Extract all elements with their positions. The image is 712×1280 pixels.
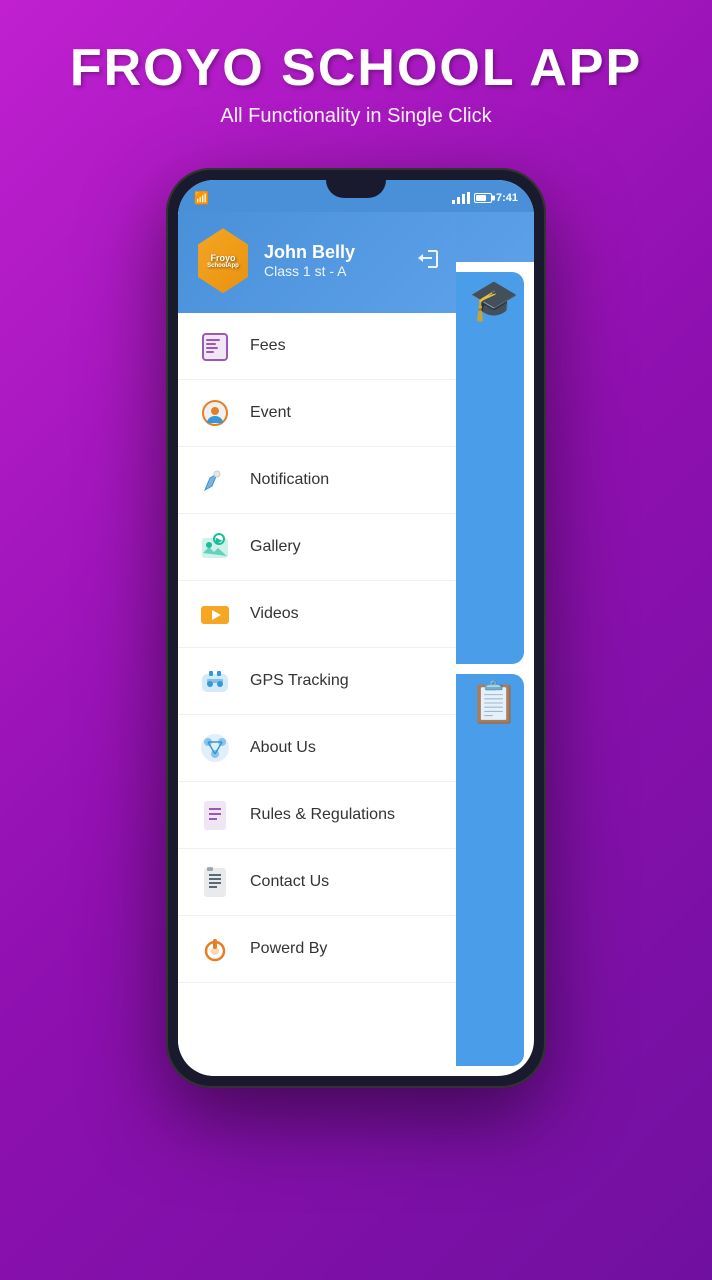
gps-label: GPS Tracking — [250, 672, 349, 690]
gallery-label: Gallery — [250, 538, 301, 556]
wifi-icon: 📶 — [194, 191, 209, 205]
menu-item-gps[interactable]: GPS Tracking — [178, 648, 456, 715]
page-header: FROYO SCHOOL APP All Functionality in Si… — [50, 0, 662, 148]
svg-text:▶: ▶ — [215, 536, 223, 545]
menu-item-about[interactable]: About Us — [178, 715, 456, 782]
video-icon — [196, 595, 234, 633]
event-label: Event — [250, 404, 291, 422]
fees-icon — [196, 327, 234, 365]
phone-screen: 📶 7:41 FROYO SCHOOL APP — [178, 180, 534, 1076]
logout-button[interactable] — [416, 246, 440, 276]
status-time: 7:41 — [496, 192, 518, 204]
menu-item-videos[interactable]: Videos — [178, 581, 456, 648]
logo-sub: SchoolApp — [207, 263, 239, 269]
fees-label: Fees — [250, 337, 286, 355]
page-subtitle: All Functionality in Single Click — [70, 105, 642, 128]
notch — [326, 180, 386, 198]
drawer-header: Froyo SchoolApp John Belly Class 1 st - … — [178, 212, 456, 313]
rules-label: Rules & Regulations — [250, 806, 395, 824]
event-icon — [196, 394, 234, 432]
menu-item-rules[interactable]: Rules & Regulations — [178, 782, 456, 849]
menu-item-notification[interactable]: Notification — [178, 447, 456, 514]
phone-wrapper: 📶 7:41 FROYO SCHOOL APP — [166, 168, 546, 1088]
rules-icon — [196, 796, 234, 834]
contact-icon — [196, 863, 234, 901]
page-title: FROYO SCHOOL APP — [70, 40, 642, 97]
notification-label: Notification — [250, 471, 329, 489]
gallery-icon: ▶ — [196, 528, 234, 566]
user-name: John Belly — [264, 242, 355, 263]
menu-item-event[interactable]: Event — [178, 380, 456, 447]
videos-label: Videos — [250, 605, 299, 623]
menu-item-powerd[interactable]: Powerd By — [178, 916, 456, 983]
logo-text: Froyo — [210, 253, 235, 263]
phone: 📶 7:41 FROYO SCHOOL APP — [166, 168, 546, 1088]
navigation-drawer: Froyo SchoolApp John Belly Class 1 st - … — [178, 212, 456, 1076]
power-icon — [196, 930, 234, 968]
user-class: Class 1 st - A — [264, 263, 355, 279]
signal-bars — [452, 192, 470, 204]
powerd-label: Powerd By — [250, 940, 327, 958]
gps-icon — [196, 662, 234, 700]
menu-item-fees[interactable]: Fees — [178, 313, 456, 380]
menu-list: Fees Event — [178, 313, 456, 1076]
about-icon — [196, 729, 234, 767]
menu-item-gallery[interactable]: ▶ Gallery — [178, 514, 456, 581]
app-logo: Froyo SchoolApp — [194, 228, 252, 293]
contact-label: Contact Us — [250, 873, 329, 891]
menu-item-contact[interactable]: Contact Us — [178, 849, 456, 916]
about-label: About Us — [250, 739, 316, 757]
battery-indicator — [474, 193, 492, 203]
notification-icon — [196, 461, 234, 499]
